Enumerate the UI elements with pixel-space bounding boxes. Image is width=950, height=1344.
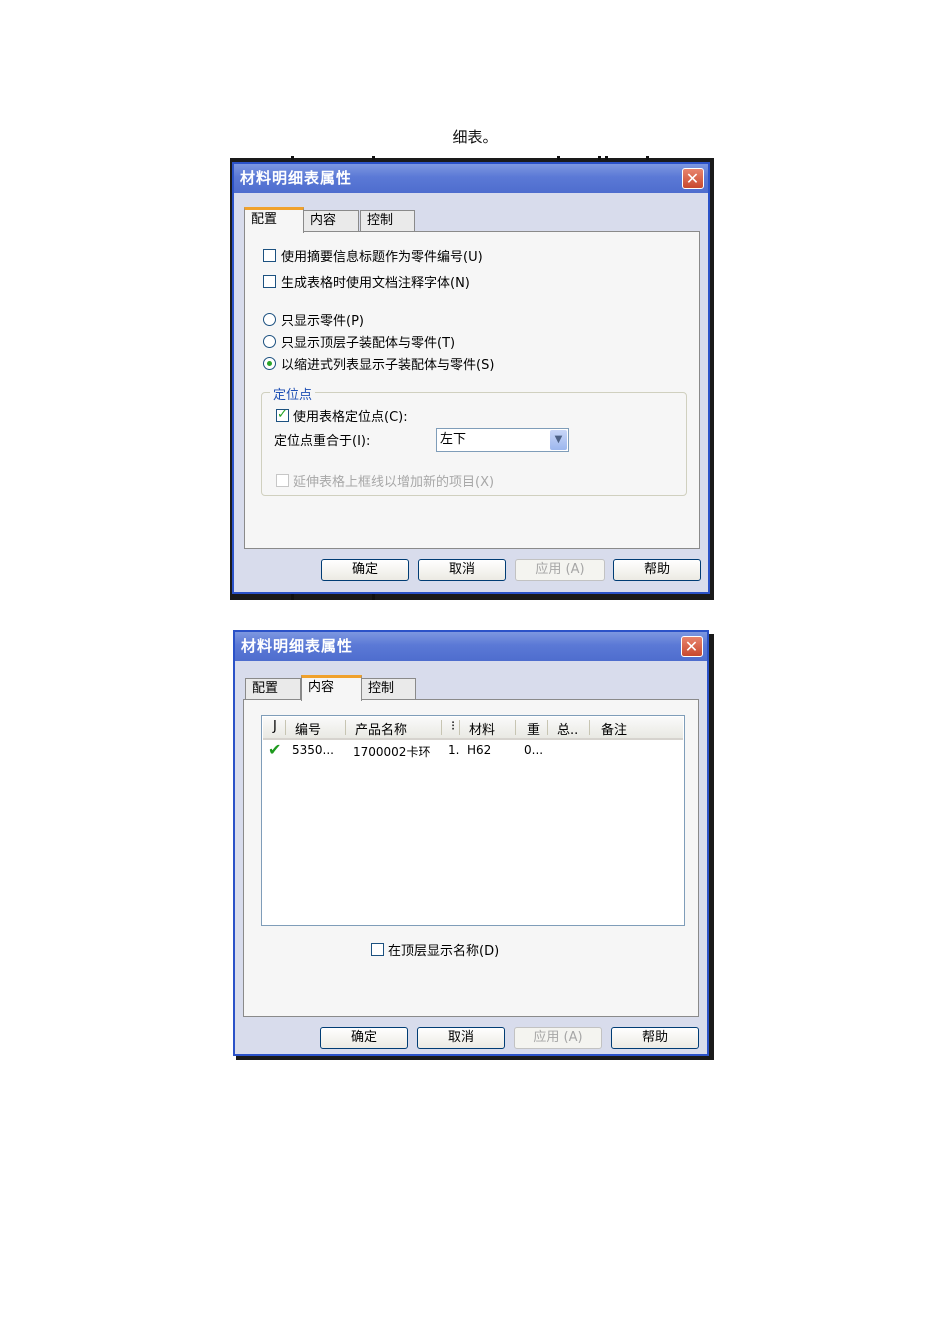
close-icon[interactable]: ✕ xyxy=(682,168,704,189)
use-summary-label: 使用摘要信息标题作为零件编号(U) xyxy=(281,250,483,265)
row-qty: 1. xyxy=(448,743,460,757)
cancel-button[interactable]: 取消 xyxy=(417,1027,505,1049)
tab-configuration-label: 配置 xyxy=(252,681,279,696)
only-parts-label: 只显示零件(P) xyxy=(281,314,364,329)
col-separator xyxy=(515,720,516,735)
dialog1-edge-line xyxy=(605,156,608,160)
tab-configuration[interactable]: 配置 xyxy=(245,678,301,700)
bom-properties-dialog-configuration: 材料明细表属性 ✕ 配置 内容 控制 使用摘要信息标题作为零件编号(U) 生成表… xyxy=(232,162,710,594)
tab-content[interactable]: 内容 xyxy=(301,675,362,701)
chevron-down-icon[interactable]: ▼ xyxy=(550,430,567,450)
tab-content-label: 内容 xyxy=(310,213,337,228)
row-weight: 0... xyxy=(524,743,544,757)
ok-button[interactable]: 确定 xyxy=(321,559,409,581)
dialog1-edge-line xyxy=(598,156,601,160)
row-material: H62 xyxy=(467,743,492,757)
apply-button[interactable]: 应用 (A) xyxy=(515,559,605,581)
tab-control-label: 控制 xyxy=(367,213,394,228)
use-anchor-label: 使用表格定位点(C): xyxy=(293,410,408,425)
columns-list[interactable]: J 编号 产品名称 ⁝ 材料 重 总.. 备注 ✔ 5350... 170000… xyxy=(261,715,685,926)
ok-button[interactable]: 确定 xyxy=(320,1027,408,1049)
anchor-group-title: 定位点 xyxy=(270,384,316,403)
configuration-panel: 使用摘要信息标题作为零件编号(U) 生成表格时使用文档注释字体(N) 只显示零件… xyxy=(244,231,700,549)
dialog1-edge-line xyxy=(557,156,560,160)
col-header-number[interactable]: 编号 xyxy=(295,719,321,738)
dialog2-titlebar[interactable]: 材料明细表属性 ✕ xyxy=(235,632,707,661)
columns-header: J 编号 产品名称 ⁝ 材料 重 总.. 备注 xyxy=(263,717,683,740)
col-header-qty[interactable]: ⁝ xyxy=(451,719,455,734)
coincide-label: 定位点重合于(I): xyxy=(274,434,371,449)
cancel-button[interactable]: 取消 xyxy=(418,559,506,581)
top-level-radio[interactable] xyxy=(263,335,276,348)
document-caption: 细表。 xyxy=(452,128,498,146)
use-summary-checkbox[interactable] xyxy=(263,249,276,262)
tab-configuration[interactable]: 配置 xyxy=(244,207,304,233)
dialog1-titlebar[interactable]: 材料明细表属性 ✕ xyxy=(234,164,708,193)
col-header-material[interactable]: 材料 xyxy=(469,719,495,738)
row-product-name: 1700002卡环 xyxy=(353,745,431,759)
tab-control-label: 控制 xyxy=(368,681,395,696)
show-top-name-checkbox[interactable] xyxy=(371,943,384,956)
tab-content-label: 内容 xyxy=(308,680,335,695)
use-doc-font-label: 生成表格时使用文档注释字体(N) xyxy=(281,276,470,291)
col-header-total[interactable]: 总.. xyxy=(557,719,578,738)
apply-button[interactable]: 应用 (A) xyxy=(514,1027,602,1049)
dialog1-edge-line xyxy=(372,156,375,160)
col-header-remarks[interactable]: 备注 xyxy=(601,719,627,738)
dialog1-title: 材料明细表属性 xyxy=(240,169,353,187)
col-separator xyxy=(547,720,548,735)
col-separator xyxy=(285,720,286,735)
table-row[interactable]: ✔ 5350... 1700002卡环 1. H62 0... xyxy=(263,740,683,760)
col-separator xyxy=(441,720,442,735)
dialog1-edge-line xyxy=(372,594,375,600)
col-separator xyxy=(459,720,460,735)
top-level-label: 只显示顶层子装配体与零件(T) xyxy=(281,336,456,351)
dialog1-edge-line xyxy=(291,594,294,600)
show-top-name-label: 在顶层显示名称(D) xyxy=(388,944,500,959)
extend-label: 延伸表格上框线以增加新的项目(X) xyxy=(293,475,495,490)
coincide-select[interactable]: 左下 ▼ xyxy=(436,428,569,452)
content-panel: J 编号 产品名称 ⁝ 材料 重 总.. 备注 ✔ 5350... 170000… xyxy=(243,699,699,1017)
dialog1-edge-line xyxy=(291,156,294,160)
use-anchor-checkbox[interactable] xyxy=(276,407,289,422)
col-separator xyxy=(345,720,346,735)
help-button[interactable]: 帮助 xyxy=(611,1027,699,1049)
only-parts-radio[interactable] xyxy=(263,313,276,326)
indented-label: 以缩进式列表显示子装配体与零件(S) xyxy=(281,358,495,373)
tab-control[interactable]: 控制 xyxy=(361,678,416,700)
checkmark-icon[interactable]: ✔ xyxy=(268,740,281,759)
tab-content[interactable]: 内容 xyxy=(303,210,359,232)
tab-control[interactable]: 控制 xyxy=(360,210,415,232)
dialog1-edge-line xyxy=(646,156,649,160)
row-number: 5350... xyxy=(292,743,334,757)
col-header-flag[interactable]: J xyxy=(273,719,277,734)
indented-radio[interactable] xyxy=(263,357,276,370)
anchor-group: 定位点 使用表格定位点(C): 定位点重合于(I): 左下 ▼ 延伸表格上框线以… xyxy=(261,384,687,496)
col-header-weight[interactable]: 重 xyxy=(527,719,540,738)
use-doc-font-checkbox[interactable] xyxy=(263,275,276,288)
dialog2-title: 材料明细表属性 xyxy=(241,637,354,655)
col-header-product-name[interactable]: 产品名称 xyxy=(355,719,407,738)
coincide-value: 左下 xyxy=(440,432,467,447)
extend-checkbox[interactable] xyxy=(276,474,289,487)
bom-properties-dialog-content: 材料明细表属性 ✕ 配置 内容 控制 J 编号 产品名称 ⁝ 材料 重 总.. … xyxy=(233,630,709,1056)
close-icon[interactable]: ✕ xyxy=(681,636,703,657)
col-separator xyxy=(589,720,590,735)
tab-configuration-label: 配置 xyxy=(251,212,278,227)
help-button[interactable]: 帮助 xyxy=(613,559,701,581)
